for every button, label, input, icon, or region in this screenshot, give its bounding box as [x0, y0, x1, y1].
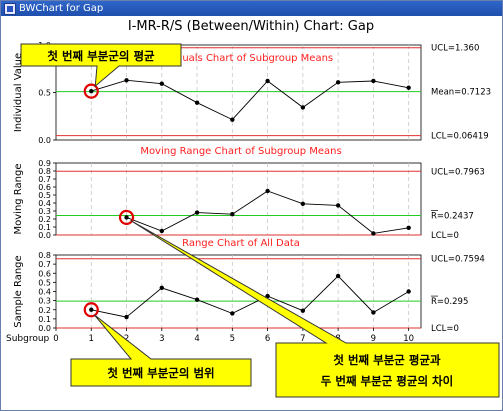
data-point — [300, 105, 306, 110]
y-tick-label: 0.2 — [38, 215, 51, 224]
x-tick-label: 1 — [89, 334, 94, 344]
y-tick-label: 0.7 — [38, 175, 51, 184]
data-point — [194, 297, 200, 302]
y-tick-label: 0.5 — [38, 191, 51, 200]
y-tick-label: 0.0 — [38, 136, 51, 145]
callout-text-line-1: 첫 번째 부분군 평균과 — [333, 353, 441, 367]
y-tick-label: 0.2 — [38, 306, 51, 315]
center-label: R=0.2437 — [431, 212, 474, 222]
data-point — [265, 78, 270, 84]
lcl-label: LCL=0.06419 — [431, 132, 489, 142]
data-point — [124, 215, 129, 220]
window-titlebar[interactable]: BWChart for Gap — [1, 1, 502, 16]
chart-panel-3: UCL=0.7594 R=0.295 LCL=0 Range Chart of All… — [13, 238, 485, 334]
y-tick-label: 0.0 — [38, 231, 51, 240]
y-axis-label: Moving Range — [13, 163, 24, 234]
y-tick-label: 0.6 — [38, 183, 51, 192]
data-point — [159, 81, 164, 86]
y-tick-label: 0.4 — [38, 288, 51, 297]
data-point — [194, 100, 200, 105]
data-point — [300, 201, 306, 206]
data-point — [406, 225, 411, 230]
chart-main-title: I-MR-R/S (Between/Within) Chart: Gap — [128, 19, 374, 34]
data-point — [89, 88, 94, 94]
data-point — [335, 203, 341, 208]
data-point — [89, 307, 94, 312]
callout-text-line-2: 두 번째 부분군 평균의 차이 — [321, 374, 453, 388]
y-axis-label: Sample Range — [13, 255, 24, 327]
data-point — [194, 210, 200, 215]
chart-window: BWChart for Gap I-MR-R/S (Between/Within… — [0, 0, 503, 411]
y-tick-label: 0.1 — [38, 223, 51, 232]
y-tick-label: 0.5 — [38, 278, 51, 287]
y-tick-label: 0.7 — [38, 260, 51, 269]
lcl-label: LCL=0 — [431, 324, 459, 334]
imr-chart-canvas: I-MR-R/S (Between/Within) Chart: Gap UCL… — [6, 19, 500, 398]
plot-frame — [55, 162, 422, 236]
lcl-label: LCL=0 — [431, 231, 459, 241]
ucl-label: UCL=0.7594 — [431, 255, 485, 265]
data-point — [159, 228, 164, 234]
panel-title: Moving Range Chart of Subgroup Means — [140, 146, 341, 157]
y-tick-label: 0.9 — [38, 159, 51, 168]
data-point — [371, 310, 376, 315]
y-tick-label: 0.4 — [38, 199, 51, 208]
data-point — [265, 188, 270, 194]
ucl-label: UCL=1.360 — [431, 44, 479, 54]
x-axis: Subgroup012345678910 — [6, 328, 414, 344]
y-tick-label: 0.3 — [38, 207, 51, 216]
window-title: BWChart for Gap — [19, 3, 104, 14]
data-point — [124, 314, 129, 320]
callout-text-first-mean: 첫 번째 부분군의 평균 — [47, 49, 155, 63]
chart-panel-2: UCL=0.7963 R=0.2437 LCL=0 Moving Range Char… — [13, 146, 485, 241]
app-icon — [4, 3, 16, 15]
callout-text-first-range: 첫 번째 부분군의 범위 — [107, 366, 214, 380]
plot-frame — [55, 254, 422, 329]
center-label: R=0.295 — [431, 297, 468, 307]
y-tick-label: 0.3 — [38, 297, 51, 306]
center-label: Mean=0.7123 — [431, 88, 491, 98]
x-tick-label: 0 — [53, 334, 58, 344]
data-point — [406, 85, 411, 90]
x-axis-label: Subgroup — [6, 334, 50, 344]
data-point — [300, 308, 306, 313]
data-point — [406, 289, 411, 294]
data-point — [124, 78, 129, 83]
data-point — [371, 231, 376, 236]
x-tick-label: 4 — [194, 334, 199, 344]
data-point — [230, 117, 235, 122]
y-tick-label: 0.8 — [38, 251, 51, 260]
data-point — [230, 212, 235, 217]
data-point — [230, 311, 235, 316]
x-tick-label: 5 — [230, 334, 235, 344]
data-point — [159, 285, 164, 291]
data-point — [371, 78, 376, 84]
x-tick-label: 6 — [265, 334, 270, 344]
panel-title: Range Chart of All Data — [182, 238, 300, 249]
y-tick-label: 0.8 — [38, 167, 51, 176]
data-point — [335, 80, 341, 85]
y-tick-label: 0.1 — [38, 315, 51, 324]
y-tick-label: 0.5 — [38, 89, 51, 98]
y-tick-label: 0.6 — [38, 269, 51, 278]
ucl-label: UCL=0.7963 — [431, 167, 485, 177]
y-tick-label: 0.0 — [38, 324, 51, 333]
x-tick-label: 3 — [159, 334, 164, 344]
data-point — [335, 273, 341, 279]
